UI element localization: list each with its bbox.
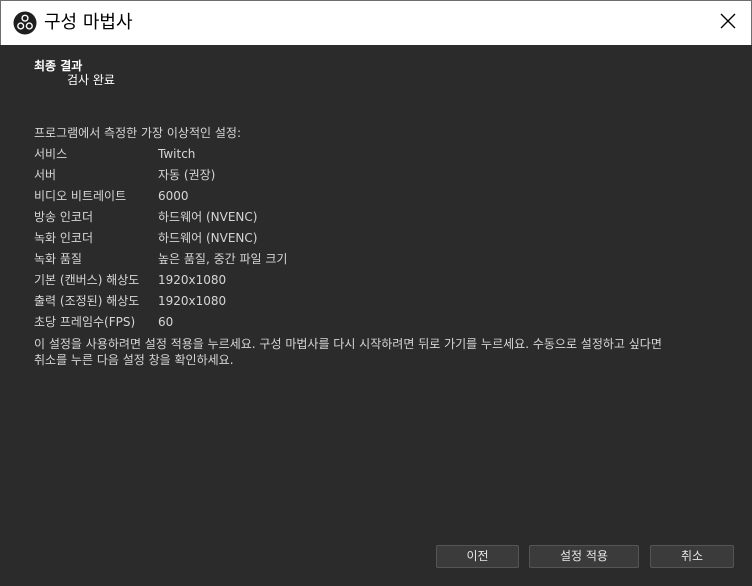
setting-key: 방송 인코더 [34,210,94,224]
setting-key: 기본 (캔버스) 해상도 [34,273,140,287]
setting-row-bitrate: 비디오 비트레이트 6000 [34,186,734,207]
setting-value: 하드웨어 (NVENC) [158,210,258,224]
result-subheading: 검사 완료 [67,73,115,87]
setting-row-output-resolution: 출력 (조정된) 해상도 1920x1080 [34,291,734,312]
obs-logo-icon [13,11,37,35]
setting-key: 출력 (조정된) 해상도 [34,294,140,308]
settings-intro: 프로그램에서 측정한 가장 이상적인 설정: [34,126,241,140]
instructions-note: 이 설정을 사용하려면 설정 적용을 누르세요. 구성 마법사를 다시 시작하려… [34,336,734,368]
setting-value: Twitch [158,147,196,161]
window-title: 구성 마법사 [44,12,133,33]
setting-key: 녹화 인코더 [34,231,94,245]
setting-row-server: 서버 자동 (권장) [34,165,734,186]
setting-key: 녹화 품질 [34,252,82,266]
instructions-line-1: 이 설정을 사용하려면 설정 적용을 누르세요. 구성 마법사를 다시 시작하려… [34,337,662,351]
setting-row-base-resolution: 기본 (캔버스) 해상도 1920x1080 [34,270,734,291]
setting-value: 자동 (권장) [158,168,216,182]
setting-key: 초당 프레임수(FPS) [34,315,136,329]
back-button[interactable]: 이전 [436,545,519,568]
setting-key: 비디오 비트레이트 [34,189,127,203]
setting-row-recording-quality: 녹화 품질 높은 품질, 중간 파일 크기 [34,249,734,270]
setting-row-stream-encoder: 방송 인코더 하드웨어 (NVENC) [34,207,734,228]
close-button[interactable] [705,1,751,45]
wizard-content: 최종 결과 검사 완료 프로그램에서 측정한 가장 이상적인 설정: 서비스 T… [0,45,752,586]
setting-value: 60 [158,315,174,329]
setting-value: 6000 [158,189,189,203]
setting-value: 1920x1080 [158,294,227,308]
cancel-button[interactable]: 취소 [650,545,734,568]
setting-row-service: 서비스 Twitch [34,144,734,165]
setting-value: 높은 품질, 중간 파일 크기 [158,252,288,266]
setting-key: 서비스 [34,147,68,161]
setting-value: 1920x1080 [158,273,227,287]
setting-key: 서버 [34,168,57,182]
title-bar: 구성 마법사 [0,0,752,45]
apply-settings-button[interactable]: 설정 적용 [529,545,639,568]
close-icon [720,13,736,33]
setting-row-recording-encoder: 녹화 인코더 하드웨어 (NVENC) [34,228,734,249]
instructions-line-2: 취소를 누른 다음 설정 창을 확인하세요. [34,353,234,367]
setting-value: 하드웨어 (NVENC) [158,231,258,245]
setting-row-fps: 초당 프레임수(FPS) 60 [34,312,734,333]
